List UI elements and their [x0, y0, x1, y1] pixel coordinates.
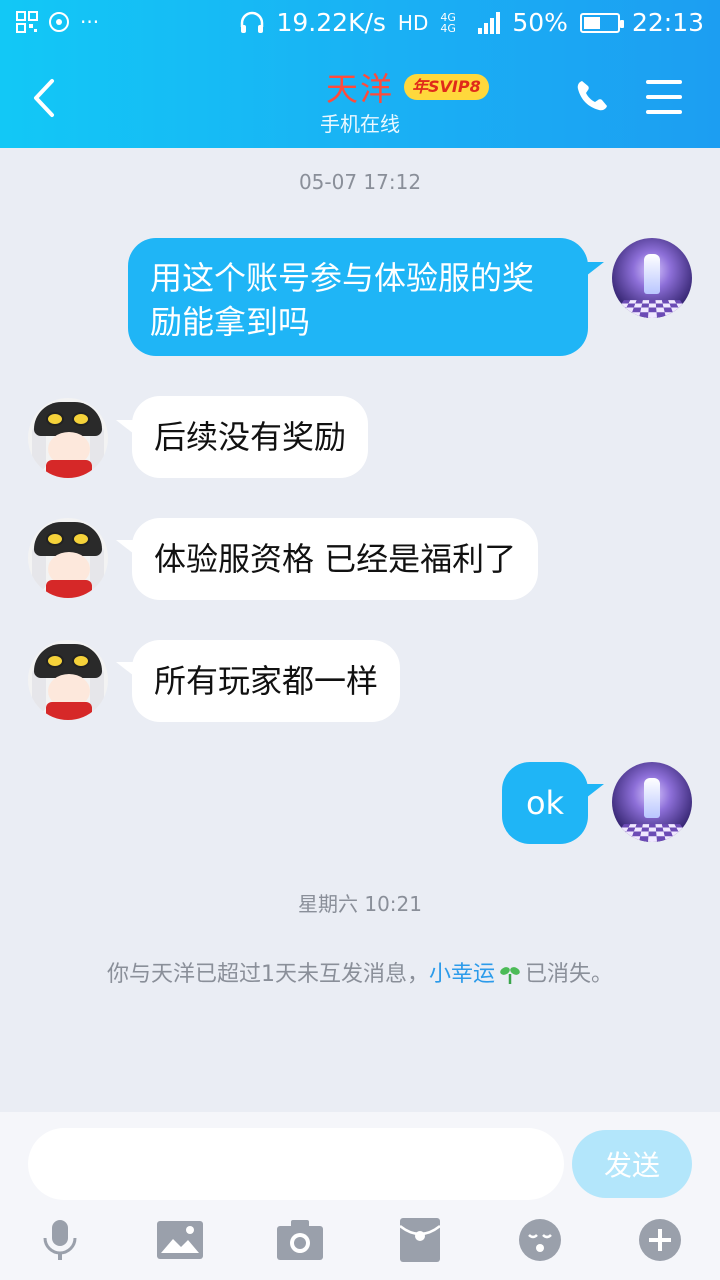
avatar-contact[interactable]: [28, 640, 108, 720]
contact-name[interactable]: 天洋: [326, 64, 394, 110]
timestamp: 星期六 10:21: [298, 892, 422, 916]
more-button[interactable]: [636, 1216, 684, 1264]
menu-icon-line: [646, 110, 682, 114]
qr-scan-icon: [16, 11, 38, 33]
lucky-link[interactable]: 小幸运: [429, 962, 495, 987]
message-bubble-incoming[interactable]: 体验服资格 已经是福利了: [132, 518, 539, 600]
avatar-self[interactable]: [612, 762, 692, 842]
bubble-tail: [586, 784, 604, 798]
signal-icon: [478, 11, 501, 34]
menu-icon-line: [646, 95, 682, 99]
message-text: 所有玩家都一样: [154, 662, 379, 700]
system-message: 你与天洋已超过1天未互发消息，小幸运 已消失。: [0, 956, 720, 988]
chevron-left-icon: [34, 79, 54, 117]
steam-icon: [49, 12, 69, 32]
headphone-icon: [240, 11, 263, 33]
avatar-contact[interactable]: [28, 398, 108, 478]
emoji-icon: [519, 1219, 561, 1261]
bubble-tail: [586, 262, 604, 276]
voice-button[interactable]: [36, 1216, 84, 1264]
online-status: 手机在线: [320, 112, 400, 136]
menu-icon-line: [646, 80, 682, 84]
camera-icon: [277, 1220, 323, 1260]
red-packet-button[interactable]: [396, 1216, 444, 1264]
battery-icon: [579, 12, 624, 33]
sprout-icon: [500, 967, 520, 984]
timestamp: 05-07 17:12: [298, 170, 422, 194]
network-speed: 19.22K/s: [276, 8, 386, 37]
system-message-suffix: 已消失。: [525, 962, 614, 987]
back-button[interactable]: [24, 74, 64, 122]
message-text: ok: [525, 784, 565, 822]
hd-indicator: HD: [397, 10, 429, 35]
image-icon: [157, 1221, 203, 1259]
message-bubble-incoming[interactable]: 所有玩家都一样: [132, 640, 401, 722]
svip-badge[interactable]: 年SVIP8: [404, 74, 489, 100]
avatar-contact[interactable]: [28, 518, 108, 598]
call-button[interactable]: [574, 78, 614, 118]
message-input[interactable]: [28, 1128, 564, 1200]
status-bar: ··· 19.22K/s HD 4G 4G 50% 22:13: [0, 0, 720, 50]
message-text: 励能拿到吗: [150, 303, 311, 341]
clock: 22:13: [631, 8, 704, 37]
message-text: 体验服资格 已经是福利了: [154, 540, 517, 578]
message-bubble-incoming[interactable]: 后续没有奖励: [132, 396, 369, 478]
microphone-icon: [43, 1220, 77, 1260]
emoji-button[interactable]: [516, 1216, 564, 1264]
header: ··· 19.22K/s HD 4G 4G 50% 22:13 天洋 年SVIP…: [0, 0, 720, 148]
input-panel: 发送: [0, 1112, 720, 1280]
red-packet-icon: [400, 1218, 440, 1262]
phone-icon: [577, 81, 607, 111]
avatar-self[interactable]: [612, 238, 692, 318]
message-bubble-outgoing[interactable]: 用这个账号参与体验服的奖 励能拿到吗: [128, 238, 588, 356]
menu-button[interactable]: [646, 80, 682, 114]
message-bubble-outgoing[interactable]: ok: [502, 762, 588, 844]
camera-button[interactable]: [276, 1216, 324, 1264]
network-type: 4G 4G: [440, 10, 456, 35]
battery-percent: 50%: [512, 8, 568, 37]
title-bar: 天洋 年SVIP8 手机在线: [0, 50, 720, 148]
message-text: 后续没有奖励: [154, 418, 347, 456]
plus-icon: [639, 1219, 681, 1261]
message-text: 用这个账号参与体验服的奖: [150, 259, 535, 297]
more-dots-icon: ···: [80, 10, 100, 34]
send-button[interactable]: 发送: [572, 1130, 692, 1198]
image-button[interactable]: [156, 1216, 204, 1264]
system-message-prefix: 你与天洋已超过1天未互发消息，: [106, 962, 429, 987]
